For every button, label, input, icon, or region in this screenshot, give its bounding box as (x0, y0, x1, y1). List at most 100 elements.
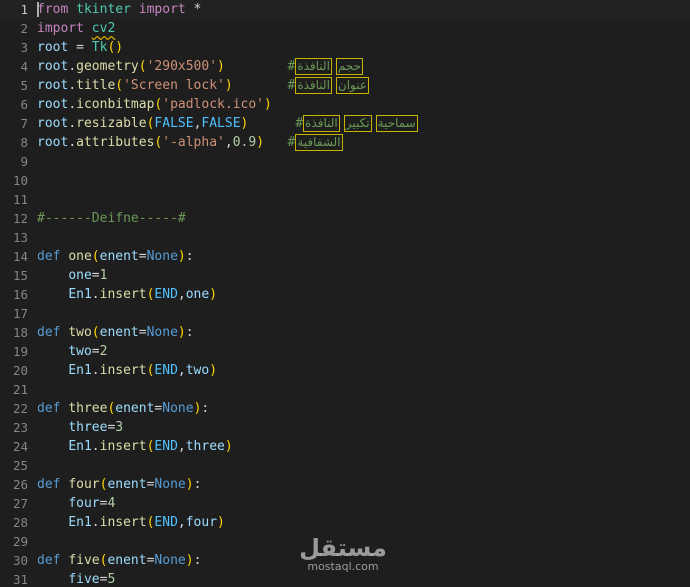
code-line[interactable]: 27 four=4 (0, 494, 690, 513)
code-line[interactable]: 18 def two(enent=None): (0, 323, 690, 342)
code-line[interactable]: 17 (0, 304, 690, 323)
code-token: ( (91, 249, 100, 264)
code-token: None (154, 553, 186, 568)
code-line[interactable]: 20 En1.insert(END,two) (0, 361, 690, 380)
code-editor[interactable]: 1 from tkinter import * 2 import cv2 3 root =… (0, 0, 690, 587)
line-number: 29 (12, 534, 28, 549)
code-token: insert (99, 515, 147, 530)
code-line[interactable]: 26 def four(enent=None): (0, 475, 690, 494)
line-number: 11 (12, 192, 28, 207)
code-token: title (76, 78, 116, 93)
code-token: one (68, 268, 92, 283)
code-token: END (154, 515, 178, 530)
code-line[interactable]: 1 from tkinter import * (0, 0, 690, 19)
text-cursor (37, 2, 39, 17)
code-line[interactable]: 9 (0, 152, 690, 171)
code-token: # (287, 78, 296, 93)
code-line[interactable]: 7 root.resizable(FALSE,FALSE) # النافذة تكب… (0, 114, 690, 133)
code-token: 'padlock.ico' (162, 97, 264, 112)
code-line[interactable]: 22 def three(enent=None): (0, 399, 690, 418)
code-token: four (185, 515, 218, 530)
code-token: () (107, 40, 124, 55)
line-number: 26 (12, 477, 28, 492)
code-text: def three(enent=None): (37, 399, 209, 418)
code-token: 3 (115, 420, 124, 435)
code-token: one (185, 287, 210, 302)
code-token: . (68, 116, 77, 131)
code-line[interactable]: 6 root.iconbitmap('padlock.ico') (0, 95, 690, 114)
arabic-comment-word: النافذة (295, 58, 332, 75)
arabic-comment-word: تكبير (343, 115, 372, 132)
code-token: three (68, 420, 108, 435)
code-token: . (68, 78, 77, 93)
code-token: 5 (107, 572, 116, 587)
line-number: 7 (20, 116, 28, 131)
code-token: four (68, 477, 100, 492)
code-line[interactable]: 10 (0, 171, 690, 190)
code-token: END (154, 439, 178, 454)
code-line[interactable]: 13 (0, 228, 690, 247)
code-line[interactable]: 2 import cv2 (0, 19, 690, 38)
code-line[interactable]: 23 three=3 (0, 418, 690, 437)
code-line[interactable]: 14 def one(enent=None): (0, 247, 690, 266)
code-line[interactable]: 16 En1.insert(END,one) (0, 285, 690, 304)
code-token: . (68, 97, 77, 112)
line-number: 25 (12, 458, 28, 473)
code-text: from tkinter import * (37, 0, 201, 19)
code-line[interactable]: 30 def five(enent=None): (0, 551, 690, 570)
code-line[interactable]: 8 root.attributes('-alpha',0.9) # الشفافية (0, 133, 690, 152)
line-number: 14 (12, 249, 28, 264)
line-number: 19 (12, 344, 28, 359)
code-line[interactable]: 12 #------Deifne-----# (0, 209, 690, 228)
code-line[interactable]: 11 (0, 190, 690, 209)
code-line[interactable]: 21 (0, 380, 690, 399)
code-token: . (91, 515, 100, 530)
code-token: root (37, 78, 69, 93)
code-token: ) (209, 363, 218, 378)
code-token: import (37, 21, 84, 36)
code-token: ) (256, 135, 265, 150)
code-line[interactable]: 31 five=5 (0, 570, 690, 587)
code-token: enent (99, 249, 139, 264)
line-number: 6 (20, 97, 28, 112)
code-token: 4 (107, 496, 116, 511)
code-token: , (177, 439, 186, 454)
code-token: : (185, 325, 194, 340)
arabic-comment-word: الشفافية (295, 134, 343, 151)
code-text: root.resizable(FALSE,FALSE) # النافذة تكبي… (37, 114, 422, 133)
code-token: enent (107, 477, 147, 492)
line-number: 10 (12, 173, 28, 188)
code-line[interactable]: 3 root = Tk() (0, 38, 690, 57)
code-text: En1.insert(END,one) (37, 285, 217, 304)
code-token: En1 (68, 439, 92, 454)
code-line[interactable]: 5 root.title('Screen lock') # النافذة عنوان (0, 76, 690, 95)
code-token: En1 (68, 287, 92, 302)
code-line[interactable]: 19 two=2 (0, 342, 690, 361)
code-token: . (68, 135, 77, 150)
code-token: enent (115, 401, 155, 416)
code-token: # (295, 116, 304, 131)
code-token: ) (209, 287, 218, 302)
code-token: . (68, 59, 77, 74)
code-text: two=2 (37, 342, 107, 361)
code-token: * (185, 2, 202, 17)
line-number: 5 (20, 78, 28, 93)
code-token: None (162, 401, 194, 416)
code-line[interactable]: 29 (0, 532, 690, 551)
code-token: , (177, 363, 186, 378)
code-token: 0.9 (232, 135, 257, 150)
code-line[interactable]: 4 root.geometry('290x500') # النافذة حجم (0, 57, 690, 76)
code-token: FALSE (201, 116, 241, 131)
arabic-comment-word: النافذة (295, 77, 332, 94)
code-line[interactable]: 15 one=1 (0, 266, 690, 285)
line-number: 15 (12, 268, 28, 283)
code-token: = (138, 325, 147, 340)
code-token: = (68, 40, 92, 55)
code-line[interactable]: 25 (0, 456, 690, 475)
code-line[interactable]: 28 En1.insert(END,four) (0, 513, 690, 532)
code-line[interactable]: 24 En1.insert(END,three) (0, 437, 690, 456)
